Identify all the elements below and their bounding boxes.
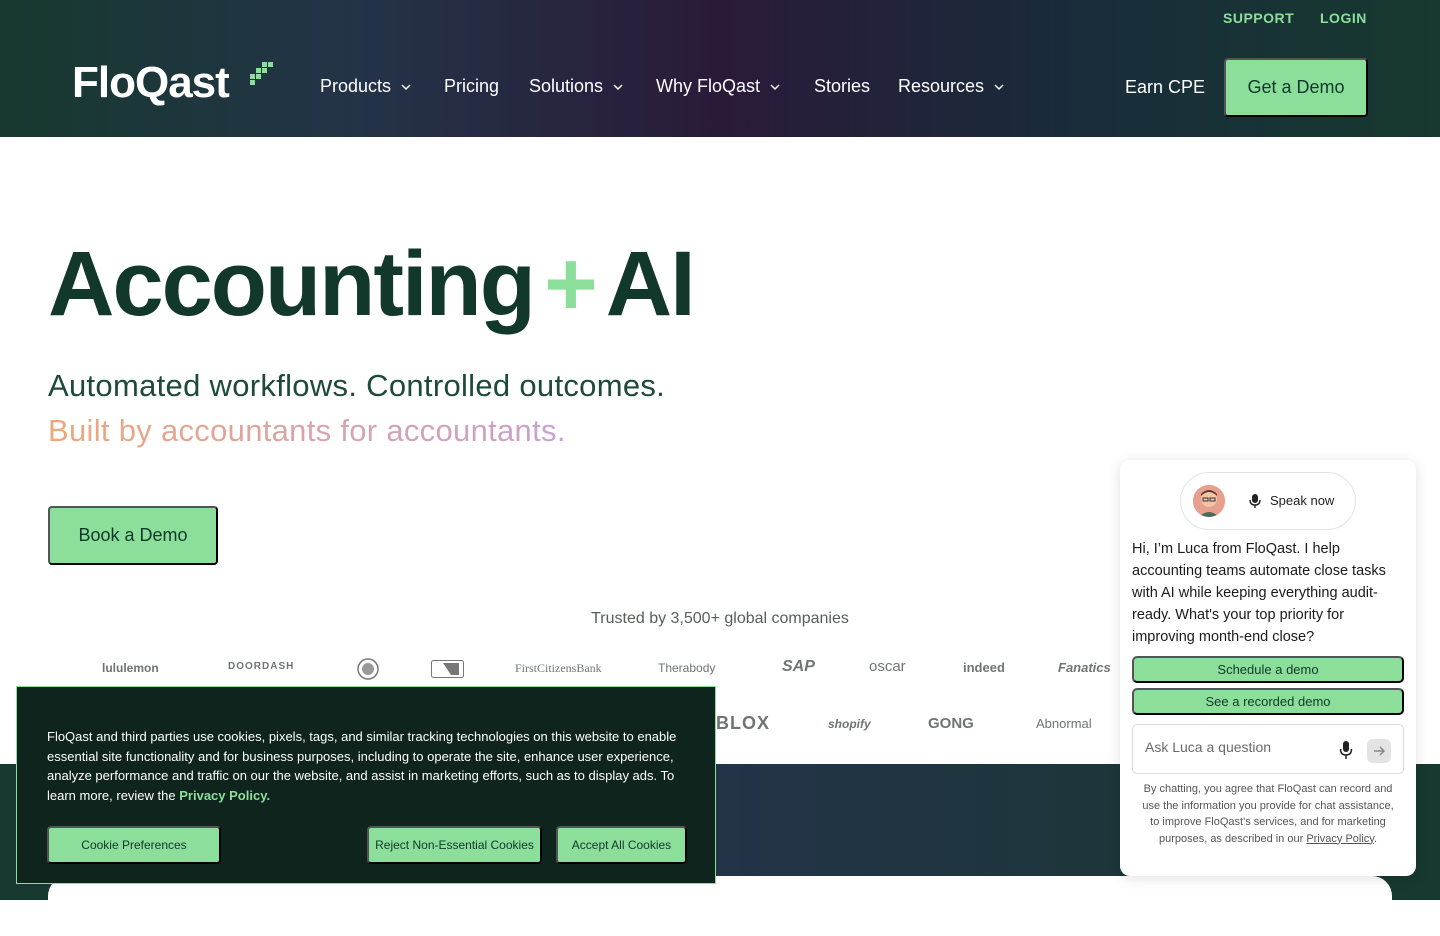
cookie-body-text: FloQast and third parties use cookies, p…	[47, 729, 677, 803]
send-button[interactable]	[1367, 739, 1391, 763]
nav-products[interactable]: Products	[320, 76, 413, 97]
nav-solutions-label: Solutions	[529, 76, 604, 96]
hero-title: Accounting + AI	[48, 232, 696, 337]
chevron-down-icon	[401, 83, 411, 90]
brand-logo-gong: GONG	[928, 715, 974, 732]
microphone-icon[interactable]	[1339, 740, 1353, 760]
floqast-logo[interactable]: FloQast	[72, 58, 230, 108]
brand-logo-doordash: DOORDASH	[228, 661, 295, 672]
nav-stories-label: Stories	[814, 76, 871, 96]
speak-now-button[interactable]: Speak now	[1180, 472, 1356, 530]
chat-input-box	[1132, 724, 1404, 774]
brand-logo-abnormal: Abnormal	[1036, 716, 1092, 731]
login-link[interactable]: LOGIN	[1320, 10, 1367, 26]
nav-why-floqast[interactable]: Why FloQast	[656, 76, 782, 97]
nav-resources-label: Resources	[898, 76, 985, 96]
nav-solutions[interactable]: Solutions	[529, 76, 625, 97]
nav-stories[interactable]: Stories	[814, 76, 870, 97]
chevron-down-icon	[770, 83, 780, 90]
brand-logo-indeed: indeed	[963, 660, 1005, 675]
accept-cookies-button[interactable]: Accept All Cookies	[556, 826, 687, 864]
nav-pricing[interactable]: Pricing	[444, 76, 499, 97]
customer-logos-row-1: lululemon DOORDASH FirstCitizensBank The…	[0, 658, 1120, 680]
mlb-logo-icon	[431, 660, 464, 678]
brand-logo-fanatics: Fanatics	[1058, 660, 1111, 675]
brand-logo-lululemon: lululemon	[102, 661, 159, 675]
reject-cookies-button[interactable]: Reject Non-Essential Cookies	[367, 826, 542, 864]
microphone-icon	[1249, 494, 1261, 508]
earn-cpe-link[interactable]: Earn CPE	[1125, 77, 1205, 98]
hero-title-right: AI	[605, 233, 696, 335]
hero-subtitle-secondary: Built by accountants for accountants.	[48, 413, 566, 448]
seal-logo-icon	[357, 658, 379, 680]
cookie-preferences-button[interactable]: Cookie Preferences	[47, 826, 221, 864]
chat-input[interactable]	[1145, 739, 1335, 755]
agent-avatar-icon	[1193, 485, 1225, 517]
nav-resources[interactable]: Resources	[898, 76, 1006, 97]
brand-logo-roblox: BLOX	[716, 713, 771, 733]
book-a-demo-button[interactable]: Book a Demo	[48, 506, 218, 565]
support-link[interactable]: SUPPORT	[1223, 10, 1294, 26]
hero-title-left: Accounting	[48, 233, 536, 335]
chevron-down-icon	[613, 83, 623, 90]
nav-why-floqast-label: Why FloQast	[656, 76, 761, 96]
brand-logo-shopify: shopify	[828, 717, 871, 731]
recorded-demo-option[interactable]: See a recorded demo	[1132, 688, 1404, 715]
chat-disclaimer: By chatting, you agree that FloQast can …	[1138, 781, 1398, 847]
avatar	[1193, 485, 1225, 517]
brand-logo-oscar: oscar	[869, 658, 906, 675]
chat-privacy-link[interactable]: Privacy Policy	[1306, 833, 1374, 845]
speak-now-label: Speak now	[1270, 493, 1335, 508]
chat-disclaimer-suffix: .	[1373, 832, 1378, 845]
get-a-demo-button[interactable]: Get a Demo	[1224, 58, 1368, 117]
content-card	[48, 876, 1392, 936]
chat-message: Hi, I’m Luca from FloQast. I help accoun…	[1132, 541, 1386, 645]
chat-widget: Speak now Hi, I’m Luca from FloQast. I h…	[1120, 460, 1416, 876]
schedule-demo-option[interactable]: Schedule a demo	[1132, 656, 1404, 683]
hero-subtitle-primary: Automated workflows. Controlled outcomes…	[48, 368, 666, 403]
cookie-banner: FloQast and third parties use cookies, p…	[16, 686, 716, 884]
chevron-down-icon	[994, 83, 1004, 90]
privacy-policy-link[interactable]: Privacy Policy.	[179, 788, 270, 803]
logo-mark-icon	[249, 62, 273, 86]
site-header: SUPPORT LOGIN FloQast Products Pricing S…	[0, 0, 1440, 137]
brand-logo-therabody: Therabody	[658, 661, 716, 675]
brand-logo-sap: SAP	[782, 658, 815, 675]
nav-pricing-label: Pricing	[444, 76, 500, 96]
cookie-text: FloQast and third parties use cookies, p…	[47, 727, 697, 805]
nav-products-label: Products	[320, 76, 392, 96]
arrow-right-icon	[1374, 746, 1386, 756]
brand-logo-first-citizens: FirstCitizensBank	[515, 661, 602, 675]
plus-icon: +	[543, 233, 598, 335]
